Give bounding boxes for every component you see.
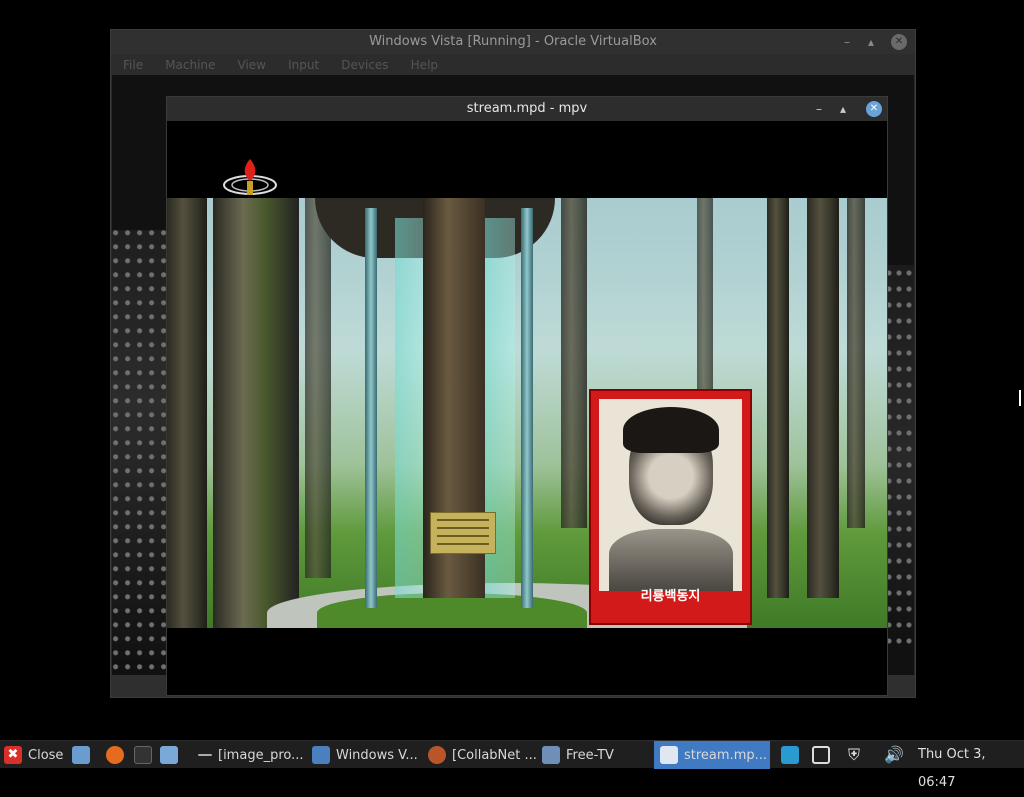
minimize-icon[interactable]: –	[811, 101, 827, 117]
tree	[807, 198, 839, 598]
portrait	[599, 399, 742, 591]
shield-icon[interactable]: ⛨	[848, 746, 866, 764]
minus-icon	[198, 754, 212, 756]
portrait-body	[609, 529, 733, 591]
virtualbox-titlebar[interactable]: Windows Vista [Running] - Oracle Virtual…	[111, 30, 915, 54]
portrait-caption: 리룡백동지	[640, 589, 701, 604]
task-label: stream.mp...	[684, 747, 768, 763]
portrait-hair	[623, 407, 719, 453]
mouse-cursor-icon	[1019, 390, 1023, 406]
close-x-icon: ✖	[4, 746, 22, 764]
files-launcher[interactable]	[160, 741, 184, 769]
window-overview-icon[interactable]	[812, 746, 830, 764]
maximize-icon[interactable]: ▴	[835, 101, 851, 117]
tree	[767, 198, 789, 598]
window-icon	[660, 746, 678, 764]
volume-icon[interactable]: 🔊	[884, 746, 904, 764]
task-label: [CollabNet ...	[452, 747, 537, 763]
puzzle-icon	[542, 746, 560, 764]
plaque	[430, 512, 496, 554]
firefox-launcher[interactable]	[106, 741, 130, 769]
menu-help[interactable]: Help	[411, 55, 438, 76]
mpv-window[interactable]: stream.mpd - mpv – ▴ ✕ 리룡백동지	[166, 96, 888, 696]
close-label: Close	[28, 747, 64, 763]
show-desktop-button[interactable]	[72, 741, 96, 769]
portrait-frame: 리룡백동지	[589, 389, 752, 625]
task-image-pro[interactable]: [image_pro...	[198, 741, 304, 769]
virtualbox-icon	[312, 746, 330, 764]
guest-wallpaper-left	[112, 230, 166, 670]
video-area[interactable]: 리룡백동지	[167, 121, 887, 695]
desktop-icon	[72, 746, 90, 764]
task-label: Windows V...	[336, 747, 418, 763]
browser-icon	[428, 746, 446, 764]
menu-machine[interactable]: Machine	[165, 55, 215, 76]
clipboard-icon[interactable]	[781, 746, 799, 764]
mpv-titlebar[interactable]: stream.mpd - mpv – ▴ ✕	[167, 97, 887, 121]
task-windows-vista[interactable]: Windows V...	[312, 741, 418, 769]
clock[interactable]: Thu Oct 3, 06:47	[918, 741, 1024, 790]
folder-icon	[160, 746, 178, 764]
firefox-icon	[106, 746, 124, 764]
guest-wallpaper-right	[884, 265, 914, 645]
tree	[167, 198, 207, 628]
mpv-title: stream.mpd - mpv	[466, 101, 588, 116]
terminal-icon	[134, 746, 152, 764]
moss-base	[317, 593, 587, 628]
pavilion-pole	[521, 208, 533, 608]
tree	[847, 198, 865, 528]
menu-file[interactable]: File	[123, 55, 143, 76]
close-button[interactable]: ✖ Close	[4, 741, 63, 769]
close-icon[interactable]: ✕	[866, 101, 882, 117]
minimize-icon[interactable]: –	[839, 34, 855, 50]
tree	[561, 198, 587, 528]
maximize-icon[interactable]: ▴	[863, 34, 879, 50]
menu-devices[interactable]: Devices	[341, 55, 388, 76]
mossy-tree	[213, 198, 299, 628]
pavilion-pole	[365, 208, 377, 608]
menu-view[interactable]: View	[238, 55, 266, 76]
desktop: Windows Vista [Running] - Oracle Virtual…	[0, 0, 1024, 740]
taskbar: ✖ Close [image_pro... Windows V... [Coll…	[0, 740, 1024, 790]
terminal-launcher[interactable]	[134, 741, 158, 769]
video-frame-forest: 리룡백동지	[167, 198, 887, 628]
menu-input[interactable]: Input	[288, 55, 319, 76]
virtualbox-title: Windows Vista [Running] - Oracle Virtual…	[369, 34, 657, 49]
close-icon[interactable]: ✕	[891, 34, 907, 50]
task-stream-mpv[interactable]: stream.mp...	[654, 741, 770, 769]
task-free-tv[interactable]: Free-TV	[542, 741, 614, 769]
task-collabnet[interactable]: [CollabNet ...	[428, 741, 537, 769]
channel-logo-icon	[223, 159, 277, 195]
task-label: [image_pro...	[218, 747, 304, 763]
virtualbox-menubar: File Machine View Input Devices Help	[111, 54, 915, 75]
tree	[305, 198, 331, 578]
task-label: Free-TV	[566, 747, 614, 763]
